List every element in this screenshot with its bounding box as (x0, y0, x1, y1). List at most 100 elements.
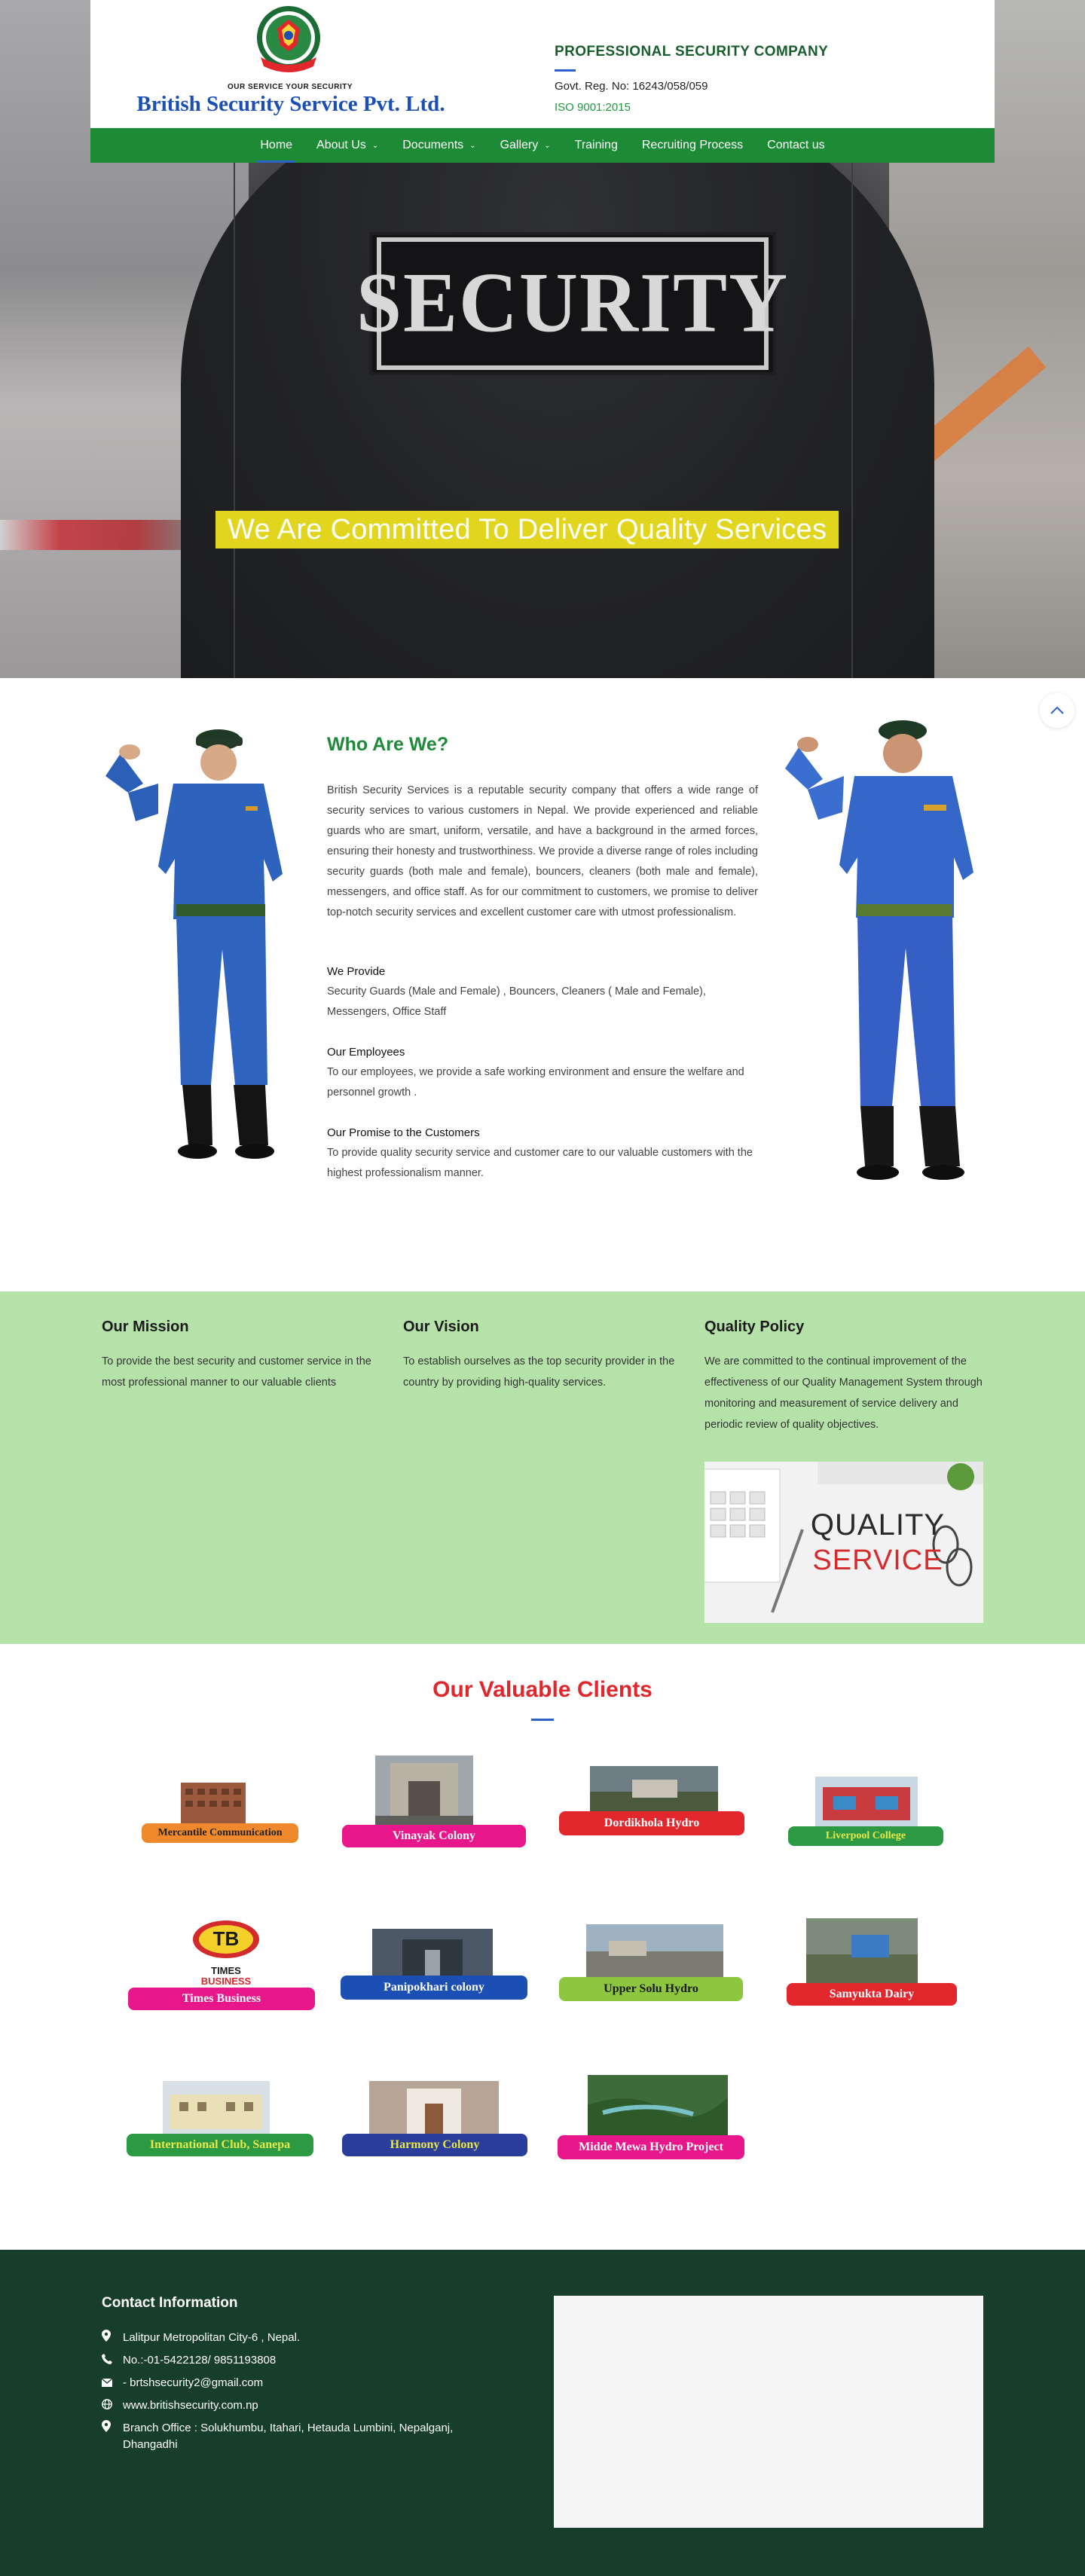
registration-number: Govt. Reg. No: 16243/058/059 (555, 80, 708, 93)
nav-training-label: Training (574, 139, 618, 151)
nav-contact-us[interactable]: Contact us (755, 128, 836, 163)
client-logo-image (172, 1775, 255, 1825)
promise-text: To provide quality security service and … (327, 1147, 753, 1179)
hero-tagline: We Are Committed To Deliver Quality Serv… (215, 511, 839, 549)
contact-address: Lalitpur Metropolitan City-6 , Nepal. (102, 2330, 300, 2346)
logo-slogan: OUR SERVICE YOUR SECURITY (227, 83, 353, 91)
jacket-seam (851, 151, 853, 678)
nav-recruiting-process[interactable]: Recruiting Process (630, 128, 755, 163)
client-name-pill: Vinayak Colony (342, 1825, 526, 1847)
contact-branch: Branch Office : Solukhumbu, Itahari, Het… (102, 2420, 494, 2453)
company-logo[interactable] (247, 3, 330, 77)
times-logo-initials: TB (212, 1927, 240, 1950)
mission-text: To provide the best security and custome… (102, 1355, 371, 1389)
mission-column: Our Mission To provide the best security… (102, 1319, 382, 1393)
nav-documents-label: Documents (402, 139, 464, 151)
client-name-pill: Dordikhola Hydro (559, 1811, 744, 1835)
client-name-pill: Harmony Colony (342, 2134, 527, 2156)
times-logo-word1: TIMES (211, 1965, 241, 1976)
quality-service-image: QUALITY SERVICE (704, 1462, 983, 1623)
client-liverpool-college[interactable]: Liverpool College (784, 1777, 957, 1852)
client-mercantile-communication[interactable]: Mercantile Communication (136, 1772, 316, 1847)
nav-training[interactable]: Training (563, 128, 630, 163)
client-name-pill: Panipokhari colony (341, 1976, 527, 2000)
chevron-down-icon: ⌄ (371, 141, 379, 150)
nav-gallery-label: Gallery (500, 139, 539, 151)
female-guard-image (98, 723, 309, 1183)
globe-icon (102, 2397, 123, 2414)
nav-about-us[interactable]: About Us ⌄ (304, 128, 390, 163)
client-name-pill: International Club, Sanepa (127, 2134, 313, 2156)
chevron-down-icon: ⌄ (544, 141, 551, 150)
client-name-pill: Times Business (128, 1988, 315, 2010)
address-text: Lalitpur Metropolitan City-6 , Nepal. (123, 2331, 301, 2344)
nav-about-us-label: About Us (316, 139, 366, 151)
scroll-to-top-button[interactable] (1040, 693, 1074, 728)
nav-recruiting-process-label: Recruiting Process (641, 139, 744, 151)
map-embed[interactable] (554, 2296, 983, 2528)
client-dordikhola-hydro[interactable]: Dordikhola Hydro (556, 1766, 752, 1849)
map-marker-icon (102, 2420, 123, 2437)
company-name[interactable]: British Security Service Pvt. Ltd. (118, 92, 464, 117)
client-logo-image (588, 2075, 728, 2135)
client-vinayak-colony[interactable]: Vinayak Colony (339, 1756, 535, 1853)
main-navigation: Home About Us ⌄ Documents ⌄ Gallery ⌄ Train… (90, 128, 995, 163)
client-logo-image (590, 1766, 718, 1814)
vision-heading: Our Vision (403, 1319, 479, 1335)
we-provide-heading: We Provide (327, 965, 386, 978)
quality-policy-heading: Quality Policy (704, 1319, 805, 1335)
mission-heading: Our Mission (102, 1319, 189, 1335)
employees-text: To our employees, we provide a safe work… (327, 1066, 744, 1099)
vision-column: Our Vision To establish ourselves as the… (403, 1319, 683, 1393)
heading-underline (555, 69, 576, 72)
nav-documents[interactable]: Documents ⌄ (390, 128, 487, 163)
client-name-pill: Mercantile Communication (142, 1823, 298, 1843)
hero-tagline-text: We Are Committed To Deliver Quality Serv… (228, 513, 827, 545)
nav-contact-us-label: Contact us (767, 139, 825, 151)
client-logo-image (586, 1924, 723, 1977)
chevron-up-icon (1050, 706, 1064, 714)
client-international-club-sanepa[interactable]: International Club, Sanepa (125, 2081, 321, 2159)
client-panipokhari-colony[interactable]: Panipokhari colony (339, 1929, 535, 2004)
client-times-business[interactable]: TB TIMES BUSINESS Times Business (127, 1917, 322, 2012)
client-logo-image (806, 1918, 918, 1983)
client-logo-image (815, 1777, 918, 1826)
company-type-heading: PROFESSIONAL SECURITY COMPANY (555, 44, 829, 60)
employees-heading: Our Employees (327, 1046, 405, 1059)
client-logo-image (369, 2081, 499, 2134)
email-text: - brtshsecurity2@gmail.com (123, 2376, 264, 2389)
phone-text: No.:-01-5422128/ 9851193808 (123, 2354, 277, 2367)
times-logo-word2: BUSINESS (200, 1976, 252, 1987)
site-header: OUR SERVICE YOUR SECURITY British Securi… (90, 0, 995, 128)
map-marker-icon (102, 2330, 123, 2346)
client-harmony-colony[interactable]: Harmony Colony (339, 2081, 535, 2159)
site-footer: Contact Information Lalitpur Metropolita… (0, 2250, 1085, 2576)
clients-heading-underline (531, 1719, 554, 1721)
client-name-pill: Midde Mewa Hydro Project (558, 2135, 744, 2159)
client-samyukta-dairy[interactable]: Samyukta Dairy (784, 1918, 964, 2009)
quality-image-word1: QUALITY (810, 1508, 946, 1542)
hero-background-stripe (0, 520, 196, 550)
contact-website[interactable]: www.britishsecurity.com.np (102, 2397, 258, 2414)
website-text: www.britishsecurity.com.np (123, 2399, 258, 2412)
about-heading: Who Are We? (327, 734, 449, 755)
contact-heading: Contact Information (102, 2295, 238, 2311)
nav-home-label: Home (260, 139, 293, 151)
contact-phone[interactable]: No.:-01-5422128/ 9851193808 (102, 2352, 276, 2369)
security-patch-border: SECURITY (356, 237, 787, 370)
jacket-seam (234, 151, 235, 678)
promise-heading: Our Promise to the Customers (327, 1126, 480, 1139)
branch-text: Branch Office : Solukhumbu, Itahari, Het… (123, 2422, 454, 2451)
quality-policy-text: We are committed to the continual improv… (704, 1355, 983, 1431)
client-logo-image (163, 2081, 270, 2134)
client-upper-solu-hydro[interactable]: Upper Solu Hydro (556, 1924, 752, 2007)
nav-gallery[interactable]: Gallery ⌄ (488, 128, 563, 163)
we-provide-text: Security Guards (Male and Female) , Boun… (327, 985, 706, 1018)
client-midde-mewa-hydro-project[interactable]: Midde Mewa Hydro Project (556, 2075, 752, 2162)
client-logo-image (372, 1929, 493, 1979)
security-patch-text: SECURITY (356, 256, 790, 350)
chevron-down-icon: ⌄ (469, 141, 476, 150)
hero-guard-jacket (181, 98, 934, 678)
nav-home[interactable]: Home (248, 128, 304, 163)
contact-email[interactable]: - brtshsecurity2@gmail.com (101, 2375, 264, 2391)
